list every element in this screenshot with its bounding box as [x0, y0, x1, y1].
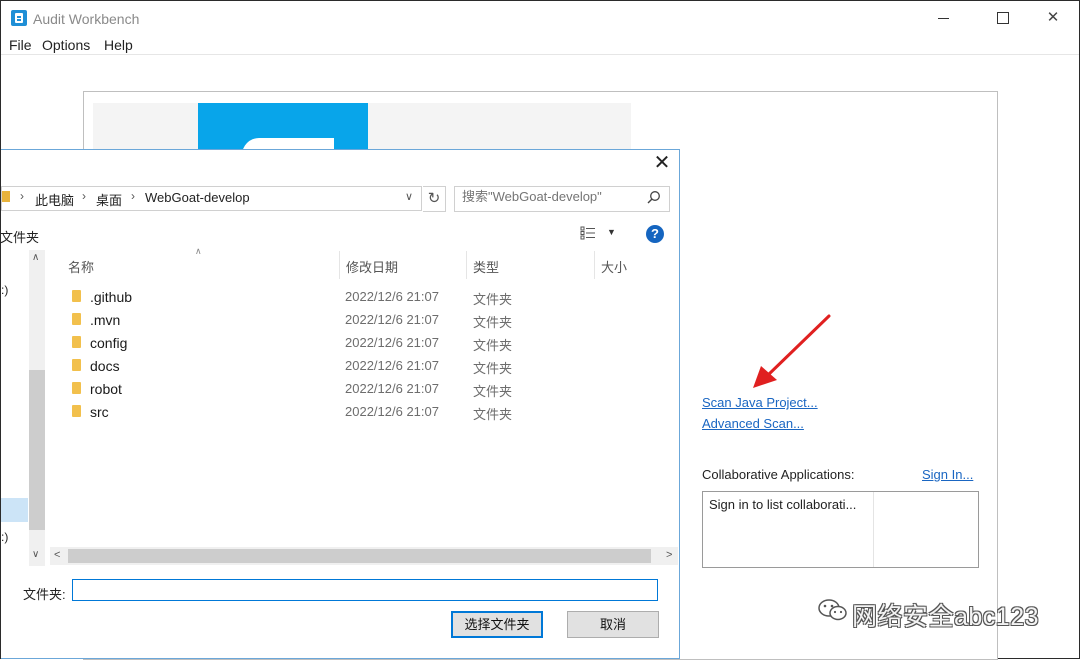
chevron-down-icon[interactable]: ∨: [405, 190, 413, 203]
sort-caret-icon: ∧: [195, 246, 202, 256]
file-type: 文件夹: [473, 338, 513, 353]
select-folder-button[interactable]: 选择文件夹: [451, 611, 543, 638]
column-divider[interactable]: [339, 251, 340, 279]
folder-icon: [72, 382, 81, 394]
file-type: 文件夹: [473, 384, 513, 399]
menu-help[interactable]: Help: [104, 37, 133, 53]
file-date: 2022/12/6 21:07: [345, 335, 439, 350]
scroll-down-icon[interactable]: ∨: [32, 549, 39, 560]
refresh-icon: ↻: [427, 190, 441, 207]
column-header-size[interactable]: 大小: [601, 257, 627, 276]
scroll-left-icon[interactable]: <: [54, 549, 60, 561]
scroll-right-icon[interactable]: >: [666, 549, 672, 561]
nav-scrollbar-thumb[interactable]: [29, 370, 45, 530]
breadcrumb-webgoat[interactable]: WebGoat-develop: [145, 190, 250, 205]
folder-icon: [72, 359, 81, 371]
folder-field-label: 文件夹:: [23, 587, 66, 602]
column-header-date[interactable]: 修改日期: [346, 257, 398, 276]
file-name: config: [90, 335, 128, 351]
file-date: 2022/12/6 21:07: [345, 381, 439, 396]
window-title: Audit Workbench: [33, 11, 140, 27]
list-divider: [873, 492, 874, 567]
collaborative-applications-list[interactable]: Sign in to list collaborati...: [702, 491, 979, 568]
view-options-icon[interactable]: [580, 226, 596, 240]
file-name: src: [90, 404, 109, 420]
caret-down-icon[interactable]: ▼: [607, 227, 616, 237]
file-name: .github: [90, 289, 133, 305]
maximize-icon: [997, 12, 1009, 24]
chevron-right-icon: ›: [82, 189, 86, 203]
breadcrumb-this-pc[interactable]: 此电脑: [35, 190, 74, 209]
dialog-close-button[interactable]: ✕: [653, 152, 671, 174]
chevron-right-icon: ›: [20, 189, 24, 203]
scan-java-project-link[interactable]: Scan Java Project...: [702, 395, 818, 410]
watermark-text: 网络安全abc123: [852, 603, 1040, 631]
sign-in-link[interactable]: Sign In...: [922, 467, 973, 482]
search-input[interactable]: [462, 189, 642, 204]
menu-options[interactable]: Options: [42, 37, 90, 53]
file-name: .mvn: [90, 312, 121, 328]
nav-item-drive[interactable]: :): [1, 530, 8, 544]
scroll-up-icon[interactable]: ∧: [32, 252, 39, 263]
maximize-button[interactable]: [986, 6, 1020, 30]
audit-workbench-app-icon: [11, 10, 27, 26]
wechat-icon: [818, 599, 847, 621]
file-name: robot: [90, 381, 122, 397]
folder-icon: [2, 191, 10, 202]
collaborative-applications-label: Collaborative Applications:: [702, 467, 855, 482]
title-bar: Audit Workbench ✕: [1, 1, 1079, 34]
file-row[interactable]: src 2022/12/6 21:07 文件夹: [60, 401, 600, 424]
advanced-scan-link[interactable]: Advanced Scan...: [702, 416, 804, 431]
file-type: 文件夹: [473, 315, 513, 330]
file-row[interactable]: config 2022/12/6 21:07 文件夹: [60, 332, 600, 355]
folder-icon: [72, 336, 81, 348]
folder-icon: [72, 405, 81, 417]
new-folder-button[interactable]: 文件夹: [0, 227, 39, 246]
close-icon: ✕: [653, 152, 671, 174]
refresh-button[interactable]: ↻: [423, 186, 446, 212]
file-date: 2022/12/6 21:07: [345, 289, 439, 304]
column-header-type[interactable]: 类型: [473, 257, 499, 276]
minimize-button[interactable]: [926, 6, 960, 30]
collab-list-placeholder: Sign in to list collaborati...: [709, 497, 857, 512]
file-row[interactable]: .mvn 2022/12/6 21:07 文件夹: [60, 309, 600, 332]
close-window-button[interactable]: ✕: [1036, 6, 1070, 30]
file-type: 文件夹: [473, 361, 513, 376]
column-divider[interactable]: [594, 251, 595, 279]
breadcrumb-desktop[interactable]: 桌面: [96, 190, 122, 209]
file-type: 文件夹: [473, 407, 513, 422]
folder-icon: [72, 313, 81, 325]
column-divider[interactable]: [466, 251, 467, 279]
file-date: 2022/12/6 21:07: [345, 358, 439, 373]
file-date: 2022/12/6 21:07: [345, 312, 439, 327]
column-header-name[interactable]: 名称: [68, 257, 94, 276]
nav-selected-item[interactable]: [1, 498, 28, 522]
help-icon[interactable]: ?: [646, 225, 664, 243]
menu-bar: File Options Help: [1, 34, 1079, 55]
file-row[interactable]: .github 2022/12/6 21:07 文件夹: [60, 286, 600, 309]
folder-name-input[interactable]: [72, 579, 658, 601]
close-icon: ✕: [1046, 9, 1060, 26]
menu-file[interactable]: File: [9, 37, 32, 53]
file-row[interactable]: docs 2022/12/6 21:07 文件夹: [60, 355, 600, 378]
chevron-right-icon: ›: [131, 189, 135, 203]
file-row[interactable]: robot 2022/12/6 21:07 文件夹: [60, 378, 600, 401]
nav-item-drive[interactable]: :): [1, 283, 8, 297]
red-arrow-icon: [753, 314, 831, 388]
search-icon[interactable]: [647, 190, 661, 204]
cancel-button[interactable]: 取消: [567, 611, 659, 638]
minimize-icon: [938, 18, 949, 19]
file-name: docs: [90, 358, 120, 374]
horizontal-scrollbar-thumb[interactable]: [68, 549, 651, 563]
folder-icon: [72, 290, 81, 302]
file-type: 文件夹: [473, 292, 513, 307]
file-date: 2022/12/6 21:07: [345, 404, 439, 419]
